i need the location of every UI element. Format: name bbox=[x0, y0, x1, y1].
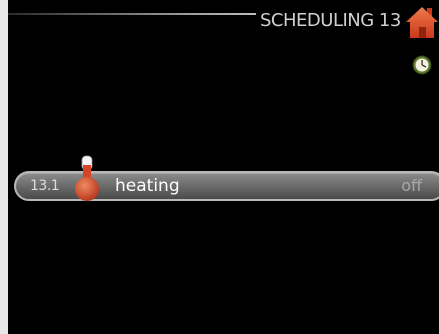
page-title: SCHEDULING 13 bbox=[260, 10, 401, 31]
menu-item-value: off bbox=[401, 176, 422, 195]
display-screen: SCHEDULING 13 13.1 heating off bbox=[8, 0, 439, 334]
thermometer-icon bbox=[75, 155, 99, 201]
title-divider bbox=[8, 13, 256, 15]
clock-icon bbox=[412, 55, 432, 75]
menu-item-label: heating bbox=[115, 176, 180, 196]
menu-item-heating[interactable]: 13.1 heating off bbox=[14, 155, 439, 201]
home-icon[interactable] bbox=[405, 4, 439, 40]
menu-item-number: 13.1 bbox=[30, 178, 60, 194]
